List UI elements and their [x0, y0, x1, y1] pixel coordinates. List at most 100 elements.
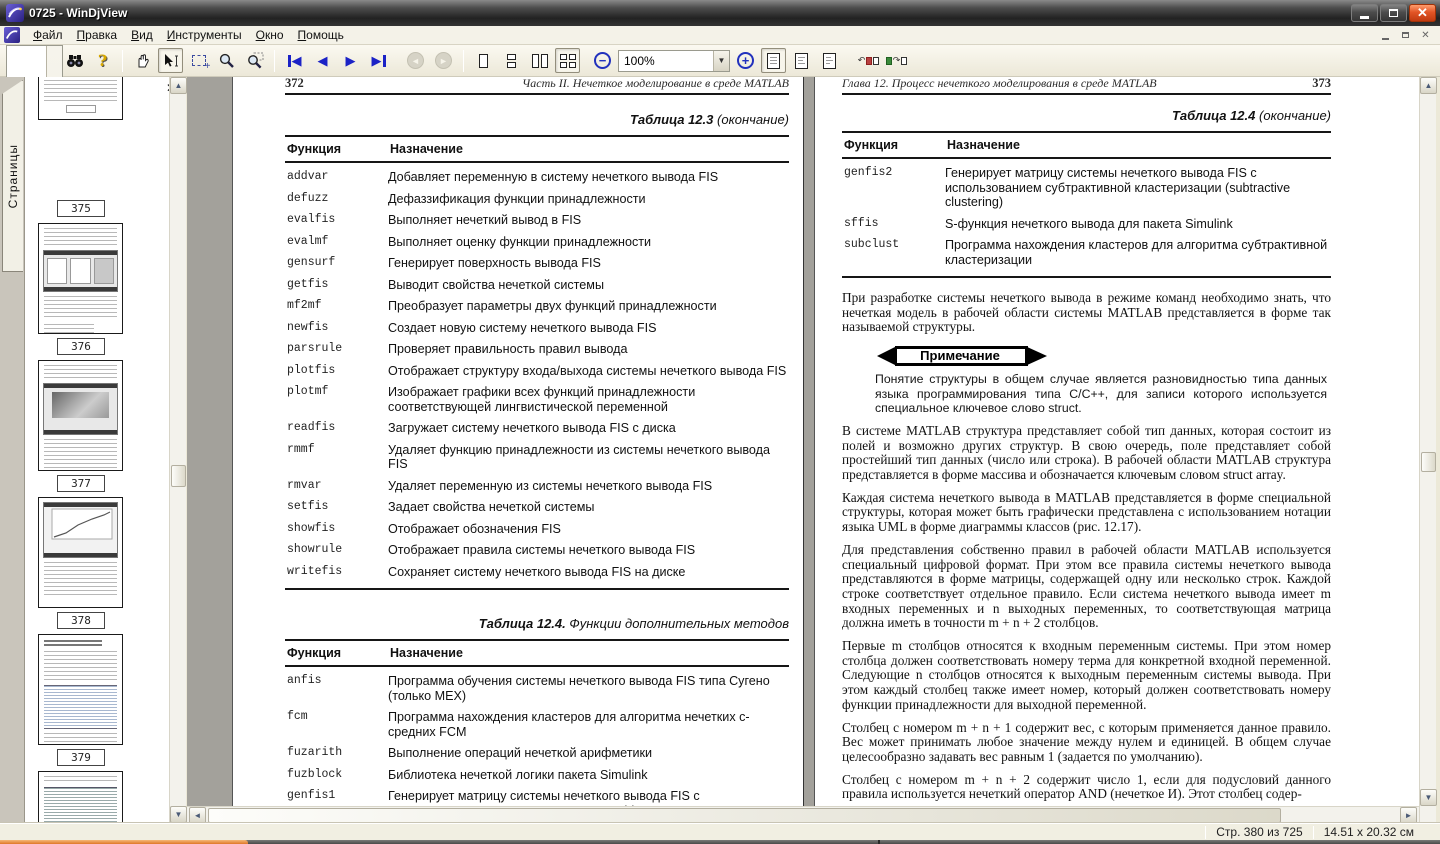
table-row: showrule Отображает правила системы нече… [285, 536, 789, 558]
thumbnail-page-375[interactable] [38, 77, 123, 120]
fit-width-button[interactable] [789, 48, 814, 73]
fit-page-button[interactable] [817, 48, 842, 73]
thumbnail-label-376[interactable]: 376 [57, 338, 105, 355]
page-372: 372 Часть II. Нечеткое моделирование в с… [232, 77, 804, 823]
pan-tool-button[interactable] [130, 48, 155, 73]
next-page-icon: ▶ [346, 54, 356, 67]
zoom-level-combo[interactable]: 100% ▼ [618, 50, 730, 72]
horizontal-scrollbar[interactable]: ◄ ► [187, 806, 1419, 823]
rotate-left-icon: ↶ [858, 56, 880, 65]
title-bar: 0725 - WinDjView ✕ [0, 0, 1440, 26]
body-paragraph: Первые m столбцов относятся к входным пе… [842, 639, 1331, 713]
scroll-left-icon[interactable]: ◄ [189, 807, 206, 823]
menu-item[interactable]: Инструменты [160, 26, 249, 44]
thumbnail-page-377[interactable] [38, 360, 123, 471]
content-area: Страницы ✕ 375 376 [0, 77, 1440, 823]
vertical-scrollbar[interactable]: ▲ ▼ [1419, 77, 1436, 823]
thumbnail-label-375[interactable]: 375 [57, 200, 105, 217]
mdi-restore-icon [1402, 32, 1409, 38]
thumbnail-page-376[interactable] [38, 223, 123, 334]
table-row: getfis Выводит свойства нечеткой системы [285, 271, 789, 293]
rotate-right-button[interactable]: ↷ [884, 48, 909, 73]
sidebar-scroll-up-icon[interactable]: ▲ [170, 77, 187, 94]
scroll-up-icon[interactable]: ▲ [1420, 77, 1437, 94]
pages-tab[interactable]: Страницы [2, 80, 23, 272]
facing-continuous-icon [560, 54, 576, 68]
windjview-logo-icon [6, 4, 24, 22]
zoom-select-tool-button[interactable] [242, 48, 267, 73]
single-page-layout-button[interactable] [471, 48, 496, 73]
resize-grip[interactable] [1424, 824, 1440, 840]
restore-button[interactable] [1380, 4, 1407, 22]
toolbar: ? ◀ [0, 45, 1440, 77]
thumbnail-page-379[interactable] [38, 634, 123, 745]
find-button[interactable] [62, 48, 87, 73]
sidebar-scroll-thumb[interactable] [171, 465, 186, 487]
horizontal-scroll-thumb[interactable] [208, 808, 1281, 823]
table-12-3: Функция Назначение addvar Добавляет пере… [285, 135, 789, 590]
rotate-left-button[interactable]: ↶ [856, 48, 881, 73]
menu-item[interactable]: Правка [70, 26, 125, 44]
first-page-icon [288, 55, 291, 67]
zoom-combo-arrow-icon[interactable]: ▼ [713, 51, 729, 71]
menu-item[interactable]: Вид [124, 26, 160, 44]
menu-item[interactable]: Помощь [291, 26, 351, 44]
first-page-button[interactable]: ◀ [282, 48, 307, 73]
sidebar-tab-strip: Страницы [0, 77, 24, 823]
minimize-button[interactable] [1351, 4, 1378, 22]
table-row: fcm Программа нахождения кластеров для а… [285, 703, 789, 739]
thumbnail-label-378[interactable]: 378 [57, 612, 105, 629]
sidebar-scrollbar[interactable]: ▲ ▼ [169, 77, 186, 823]
table-row: sffis S-функция нечеткого вывода для пак… [842, 210, 1331, 232]
menu-item[interactable]: Файл [26, 26, 70, 44]
table-row: rmmf Удаляет функцию принадлежности из с… [285, 436, 789, 472]
thumbnail-page-378[interactable] [38, 497, 123, 608]
last-page-button[interactable]: ▶ [366, 48, 391, 73]
toolbar-separator [122, 50, 123, 72]
table-12-4-header: Функция Назначение [285, 641, 789, 667]
continuous-layout-button[interactable] [499, 48, 524, 73]
table-row: newfis Создает новую систему нечеткого в… [285, 314, 789, 336]
sidebar-scroll-down-icon[interactable]: ▼ [170, 806, 187, 823]
next-page-button[interactable]: ▶ [338, 48, 363, 73]
zoom-out-button[interactable]: − [590, 48, 615, 73]
mdi-close-button[interactable]: ✕ [1417, 28, 1434, 42]
facing-continuous-layout-button[interactable] [555, 48, 580, 73]
table-row: genfis2 Генерирует матрицу системы нечет… [842, 159, 1331, 210]
table-row: evalmf Выполняет оценку функции принадле… [285, 228, 789, 250]
thumbnail-label-377[interactable]: 377 [57, 475, 105, 492]
body-paragraph: В системе MATLAB структура представляет … [842, 424, 1331, 483]
close-button[interactable]: ✕ [1409, 4, 1436, 22]
rect-select-tool-button[interactable] [186, 48, 211, 73]
page-373-header: Глава 12. Процесс нечеткого моделировани… [842, 77, 1331, 95]
window-title: 0725 - WinDjView [29, 6, 127, 20]
last-page-icon [383, 55, 386, 67]
facing-layout-button[interactable] [527, 48, 552, 73]
body-paragraph: Столбец с номером m + n + 2 содержит чис… [842, 773, 1331, 802]
thumbnail-label-379[interactable]: 379 [57, 749, 105, 766]
taskbar-edge [0, 840, 1440, 844]
zoom-level-value[interactable]: 100% [619, 54, 713, 68]
help-button[interactable]: ? [90, 48, 115, 73]
table-row: showfis Отображает обозначения FIS [285, 515, 789, 537]
zoom-tool-button[interactable] [214, 48, 239, 73]
page-373-number: 373 [1312, 77, 1331, 91]
status-page-size: 14.51 x 20.32 см [1314, 825, 1424, 839]
page-373-running-title: Глава 12. Процесс нечеткого моделировани… [842, 77, 1157, 91]
zoom-in-button[interactable]: + [733, 48, 758, 73]
magnifier-select-icon [246, 52, 264, 69]
table-row: writefis Сохраняет систему нечеткого выв… [285, 558, 789, 580]
mdi-minimize-button[interactable] [1377, 28, 1394, 42]
table-row: evalfis Выполняет нечеткий вывод в FIS [285, 206, 789, 228]
select-tool-button[interactable] [158, 48, 183, 73]
prev-page-button[interactable]: ◀ [310, 48, 335, 73]
table-12-4-rows: anfis Программа обучения системы нечетко… [285, 667, 789, 823]
scroll-down-icon[interactable]: ▼ [1420, 789, 1437, 806]
mdi-restore-button[interactable] [1397, 28, 1414, 42]
scroll-right-icon[interactable]: ► [1400, 807, 1417, 823]
document-icon[interactable] [4, 27, 20, 43]
vertical-scroll-thumb[interactable] [1421, 452, 1436, 472]
menu-item[interactable]: Окно [249, 26, 291, 44]
fit-actual-size-button[interactable] [761, 48, 786, 73]
table-row: gensurf Генерирует поверхность вывода FI… [285, 249, 789, 271]
